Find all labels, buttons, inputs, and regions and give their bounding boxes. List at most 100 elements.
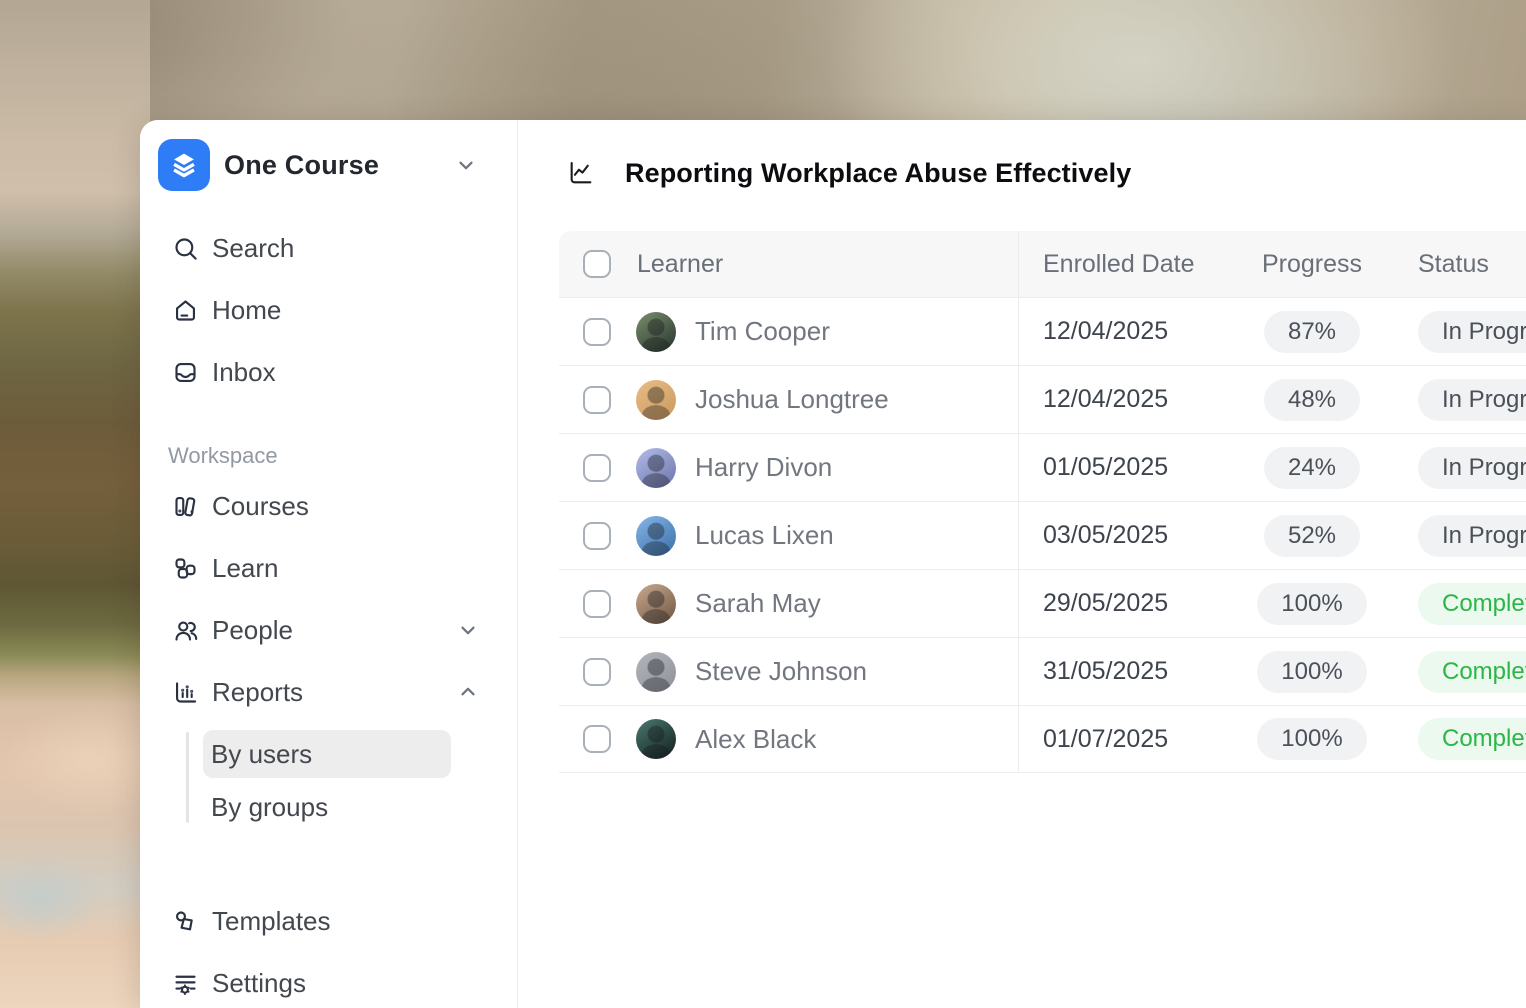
page-title: Reporting Workplace Abuse Effectively (625, 158, 1131, 189)
status-badge: In Progress (1418, 515, 1526, 557)
templates-icon (172, 908, 199, 935)
sidebar-item-reports[interactable]: Reports (140, 661, 517, 723)
row-checkbox[interactable] (583, 725, 611, 753)
avatar (636, 652, 676, 692)
sidebar-nav-workspace: Courses Learn People Reports (140, 475, 517, 831)
courses-icon (172, 493, 199, 520)
sidebar-nav-top: Search Home Inbox (140, 217, 517, 403)
people-icon (172, 617, 199, 644)
sidebar-nav-bottom: Templates Settings (140, 890, 517, 1008)
enrolled-date: 03/05/2025 (1043, 521, 1168, 550)
sidebar-item-by-groups[interactable]: By groups (203, 783, 451, 831)
enrolled-date: 12/04/2025 (1043, 317, 1168, 346)
sub-item-label: By groups (211, 792, 328, 823)
progress-badge: 48% (1264, 379, 1360, 421)
row-checkbox[interactable] (583, 386, 611, 414)
chevron-up-icon[interactable] (457, 681, 479, 703)
status-badge: In Progress (1418, 311, 1526, 353)
workspace-name: One Course (224, 150, 455, 181)
avatar (636, 312, 676, 352)
sidebar-item-label: Settings (212, 968, 517, 999)
line-chart-icon (567, 159, 595, 187)
status-badge: In Progress (1418, 447, 1526, 489)
avatar (636, 516, 676, 556)
enrolled-date: 31/05/2025 (1043, 657, 1168, 686)
progress-badge: 100% (1257, 651, 1366, 693)
avatar (636, 448, 676, 488)
learner-name: Harry Divon (695, 452, 832, 483)
row-checkbox[interactable] (583, 454, 611, 482)
sidebar-item-label: People (212, 615, 457, 646)
row-checkbox[interactable] (583, 318, 611, 346)
layers-icon (167, 148, 201, 182)
avatar (636, 380, 676, 420)
sidebar-item-label: Templates (212, 906, 517, 937)
enrolled-date: 01/05/2025 (1043, 453, 1168, 482)
sidebar-item-settings[interactable]: Settings (140, 952, 517, 1008)
sub-item-label: By users (211, 739, 312, 770)
column-header-enrolled-date: Enrolled Date (1043, 250, 1194, 279)
column-header-learner: Learner (637, 250, 723, 279)
sidebar-item-courses[interactable]: Courses (140, 475, 517, 537)
page-header: Reporting Workplace Abuse Effectively (567, 156, 1526, 190)
row-checkbox[interactable] (583, 658, 611, 686)
sidebar-item-label: Home (212, 295, 517, 326)
column-header-status: Status (1418, 250, 1489, 279)
reports-icon (172, 679, 199, 706)
learners-table: Learner Enrolled Date Progress Status Ti… (559, 231, 1526, 773)
avatar (636, 719, 676, 759)
table-row[interactable]: Lucas Lixen 03/05/2025 52% In Progress (559, 501, 1526, 569)
sidebar-item-home[interactable]: Home (140, 279, 517, 341)
inbox-icon (172, 359, 199, 386)
home-icon (172, 297, 199, 324)
table-header: Learner Enrolled Date Progress Status (559, 231, 1526, 297)
table-row[interactable]: Sarah May 29/05/2025 100% Completed (559, 569, 1526, 637)
chevron-down-icon[interactable] (457, 619, 479, 641)
main-content: Reporting Workplace Abuse Effectively Le… (518, 120, 1526, 1008)
learner-name: Tim Cooper (695, 316, 830, 347)
learner-name: Steve Johnson (695, 656, 867, 687)
column-header-progress: Progress (1262, 250, 1362, 279)
avatar (636, 584, 676, 624)
status-badge: Completed (1418, 651, 1526, 693)
sidebar-item-inbox[interactable]: Inbox (140, 341, 517, 403)
progress-badge: 52% (1264, 515, 1360, 557)
workspace-switcher[interactable]: One Course (158, 139, 499, 191)
select-all-checkbox[interactable] (583, 250, 611, 278)
app-logo (158, 139, 210, 191)
sidebar-item-label: Reports (212, 677, 457, 708)
settings-icon (172, 970, 199, 997)
learner-name: Alex Black (695, 724, 816, 755)
sidebar-item-templates[interactable]: Templates (140, 890, 517, 952)
table-body: Tim Cooper 12/04/2025 87% In Progress Jo… (559, 297, 1526, 773)
learner-name: Lucas Lixen (695, 520, 834, 551)
sidebar-item-by-users[interactable]: By users (203, 730, 451, 778)
sidebar-item-search[interactable]: Search (140, 217, 517, 279)
workspace-section-label: Workspace (168, 443, 517, 469)
reports-subtree: By users By groups (140, 730, 517, 831)
background-painting-left (0, 0, 150, 1008)
learn-icon (172, 555, 199, 582)
sidebar-item-label: Learn (212, 553, 517, 584)
status-badge: Completed (1418, 583, 1526, 625)
chevron-down-icon[interactable] (455, 154, 477, 176)
status-badge: In Progress (1418, 379, 1526, 421)
table-row[interactable]: Harry Divon 01/05/2025 24% In Progress (559, 433, 1526, 501)
table-row[interactable]: Tim Cooper 12/04/2025 87% In Progress (559, 297, 1526, 365)
row-checkbox[interactable] (583, 522, 611, 550)
sidebar-item-learn[interactable]: Learn (140, 537, 517, 599)
progress-badge: 100% (1257, 718, 1366, 760)
learner-name: Sarah May (695, 588, 821, 619)
sidebar-item-people[interactable]: People (140, 599, 517, 661)
sidebar-item-label: Courses (212, 491, 517, 522)
progress-badge: 87% (1264, 311, 1360, 353)
table-row[interactable]: Joshua Longtree 12/04/2025 48% In Progre… (559, 365, 1526, 433)
sidebar: One Course Search Home Inbox (140, 120, 518, 1008)
table-row[interactable]: Alex Black 01/07/2025 100% Completed (559, 705, 1526, 773)
table-row[interactable]: Steve Johnson 31/05/2025 100% Completed (559, 637, 1526, 705)
tree-indent-line (186, 732, 189, 823)
enrolled-date: 01/07/2025 (1043, 725, 1168, 754)
app-window: One Course Search Home Inbox (140, 120, 1526, 1008)
enrolled-date: 12/04/2025 (1043, 385, 1168, 414)
row-checkbox[interactable] (583, 590, 611, 618)
